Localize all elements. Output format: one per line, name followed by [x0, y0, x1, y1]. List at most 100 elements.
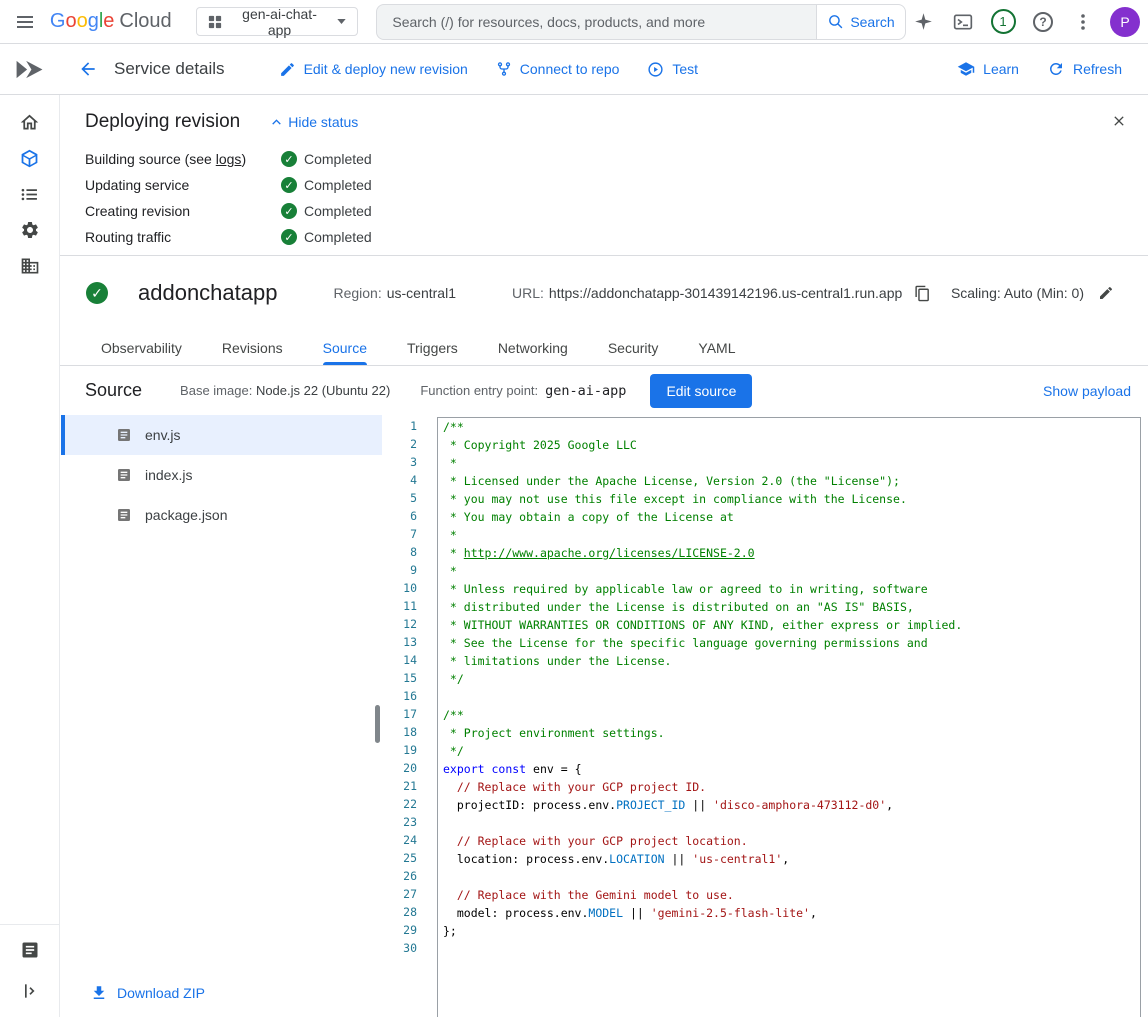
code-line: * Unless required by applicable law or a… — [443, 580, 1140, 598]
code-line: * http://www.apache.org/licenses/LICENSE… — [443, 544, 1140, 562]
close-icon[interactable] — [1105, 107, 1133, 135]
tab-yaml[interactable]: YAML — [698, 330, 735, 365]
jobs-list-icon[interactable] — [10, 182, 50, 206]
file-item-env.js[interactable]: env.js — [61, 415, 382, 455]
line-number: 27 — [383, 885, 417, 903]
code-line: * Copyright 2025 Google LLC — [443, 436, 1140, 454]
hide-status-button[interactable]: Hide status — [270, 114, 358, 130]
help-icon[interactable]: ? — [1026, 5, 1060, 39]
line-number: 20 — [383, 759, 417, 777]
cloud-shell-icon[interactable] — [946, 5, 980, 39]
show-payload-link[interactable]: Show payload — [1043, 383, 1131, 399]
completed-check-icon: ✓ — [281, 151, 297, 167]
chevron-down-icon — [337, 19, 346, 24]
tab-networking[interactable]: Networking — [498, 330, 568, 365]
hamburger-menu-icon[interactable] — [0, 0, 50, 44]
line-number: 18 — [383, 723, 417, 741]
deploy-step-label: Routing traffic — [85, 229, 281, 245]
code-line: * — [443, 454, 1140, 472]
code-line: // Replace with your GCP project locatio… — [443, 832, 1140, 850]
search-button[interactable]: Search — [816, 4, 906, 40]
tab-source[interactable]: Source — [323, 330, 367, 365]
tab-security[interactable]: Security — [608, 330, 659, 365]
action-bar-right: Learn Refresh — [943, 50, 1148, 88]
line-number: 24 — [383, 831, 417, 849]
refresh-button[interactable]: Refresh — [1033, 50, 1136, 88]
code-line: // Replace with your GCP project ID. — [443, 778, 1140, 796]
tab-revisions[interactable]: Revisions — [222, 330, 283, 365]
integrations-icon[interactable] — [10, 218, 50, 242]
tab-triggers[interactable]: Triggers — [407, 330, 458, 365]
code-line: * limitations under the License. — [443, 652, 1140, 670]
service-url-value[interactable]: https://addonchatapp-301439142196.us-cen… — [549, 285, 902, 301]
refresh-icon — [1047, 60, 1065, 78]
active-tab-indicator — [323, 362, 367, 365]
download-zip-button[interactable]: Download ZIP — [90, 984, 205, 1002]
edit-deploy-button[interactable]: Edit & deploy new revision — [265, 50, 482, 88]
code-editor[interactable]: 1234567891011121314151617181920212223242… — [383, 417, 1148, 1017]
notifications-badge[interactable]: 1 — [986, 5, 1020, 39]
gemini-sparkle-icon[interactable] — [906, 5, 940, 39]
source-title: Source — [85, 380, 142, 401]
deploy-step-label: Updating service — [85, 177, 281, 193]
services-icon[interactable] — [10, 146, 50, 170]
line-number: 8 — [383, 543, 417, 561]
selected-file-accent — [61, 415, 65, 455]
connect-repo-button[interactable]: Connect to repo — [482, 50, 634, 88]
search-button-label: Search — [850, 14, 894, 30]
deploy-panel-title: Deploying revision — [85, 111, 240, 133]
learn-button[interactable]: Learn — [943, 50, 1033, 88]
base-image: Base image: Node.js 22 (Ubuntu 22) — [180, 383, 390, 398]
deploy-step-label: Creating revision — [85, 203, 281, 219]
code-line: projectID: process.env.PROJECT_ID || 'di… — [443, 796, 1140, 814]
file-item-package.json[interactable]: package.json — [61, 495, 382, 535]
pencil-icon — [279, 61, 296, 78]
home-icon[interactable] — [10, 110, 50, 134]
code-line: */ — [443, 670, 1140, 688]
test-button[interactable]: Test — [633, 50, 712, 88]
more-vert-icon[interactable] — [1066, 5, 1100, 39]
line-number: 26 — [383, 867, 417, 885]
download-icon — [90, 984, 108, 1002]
file-icon — [116, 507, 132, 523]
line-number: 11 — [383, 597, 417, 615]
code-line: * distributed under the License is distr… — [443, 598, 1140, 616]
edit-scaling-icon[interactable] — [1098, 285, 1114, 301]
copy-icon[interactable] — [914, 285, 931, 302]
line-number: 25 — [383, 849, 417, 867]
file-icon — [116, 467, 132, 483]
line-number: 21 — [383, 777, 417, 795]
domains-icon[interactable] — [10, 254, 50, 278]
line-number-gutter: 1234567891011121314151617181920212223242… — [383, 417, 417, 1017]
project-picker[interactable]: gen-ai-chat-app — [196, 7, 359, 36]
cloud-run-icon — [0, 58, 60, 81]
code-line: export const env = { — [443, 760, 1140, 778]
collapse-nav-icon[interactable] — [10, 979, 50, 1003]
scrollbar-thumb[interactable] — [375, 705, 380, 743]
code-line — [443, 688, 1140, 706]
logs-link[interactable]: logs — [216, 151, 242, 167]
user-avatar[interactable]: P — [1110, 7, 1140, 37]
code-content[interactable]: /** * Copyright 2025 Google LLC * * Lice… — [437, 417, 1141, 1017]
code-line: /** — [443, 418, 1140, 436]
file-item-index.js[interactable]: index.js — [61, 455, 382, 495]
deploy-step: Routing traffic✓Completed — [85, 224, 1148, 250]
line-number: 15 — [383, 669, 417, 687]
release-notes-icon[interactable] — [10, 938, 50, 962]
service-header: ✓ addonchatapp Region: us-central1 URL: … — [60, 256, 1148, 330]
line-number: 3 — [383, 453, 417, 471]
deploy-step-status: Completed — [304, 203, 372, 219]
code-line: * — [443, 526, 1140, 544]
top-app-bar: Google Cloud gen-ai-chat-app Search 1 — [0, 0, 1148, 44]
play-icon — [647, 61, 664, 78]
file-name: env.js — [145, 427, 181, 443]
notification-count: 1 — [991, 9, 1016, 34]
back-arrow-icon[interactable] — [70, 51, 106, 87]
deploy-steps-list: Building source (see logs)✓CompletedUpda… — [85, 146, 1148, 250]
edit-source-button[interactable]: Edit source — [650, 374, 752, 408]
service-scaling: Scaling: Auto (Min: 0) — [951, 285, 1114, 301]
search-input[interactable] — [392, 14, 801, 30]
line-number: 30 — [383, 939, 417, 957]
service-name: addonchatapp — [138, 280, 277, 306]
tab-observability[interactable]: Observability — [101, 330, 182, 365]
